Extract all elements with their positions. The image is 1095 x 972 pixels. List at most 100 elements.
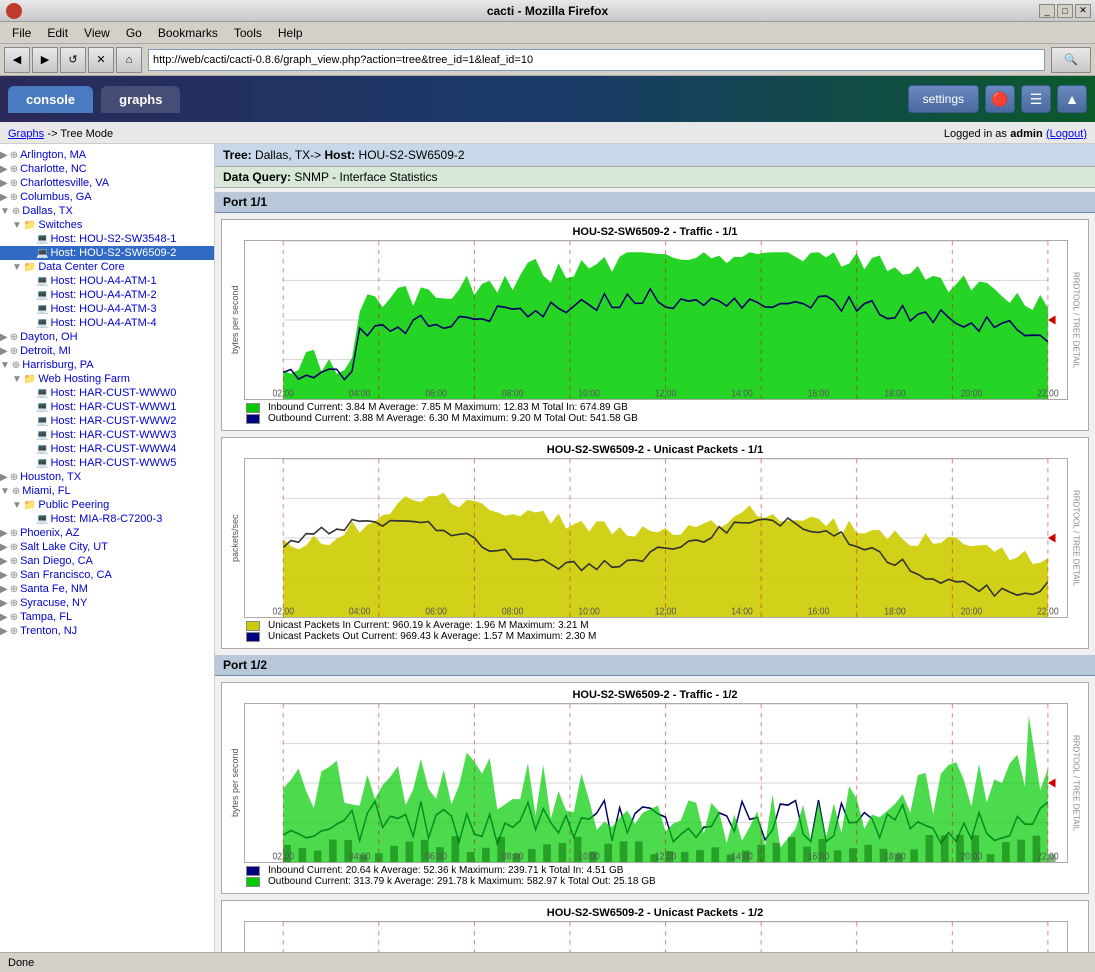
sidebar-item-dallas[interactable]: ▼⊕Dallas, TX [0, 204, 214, 218]
legend-traffic12: Inbound Current: 20.64 k Average: 52.36 … [226, 863, 1084, 889]
legend-color [246, 877, 260, 887]
y-axis-label-traffic11: bytes per second [226, 240, 244, 400]
sidebar-item-harrisburg[interactable]: ▼⊕Harrisburg, PA [0, 358, 214, 372]
logout-link[interactable]: (Logout) [1046, 128, 1087, 140]
url-bar[interactable] [148, 49, 1045, 71]
graph-title-unicast11: HOU-S2-SW6509-2 - Unicast Packets - 1/1 [226, 442, 1084, 458]
sidebar-item-host-www5[interactable]: 💻Host: HAR-CUST-WWW5 [0, 456, 214, 470]
menu-go[interactable]: Go [118, 24, 150, 42]
sidebar-item-host-www3[interactable]: 💻Host: HAR-CUST-WWW3 [0, 428, 214, 442]
mountain-icon-btn[interactable]: ▲ [1057, 85, 1087, 113]
y-axis-label-unicast12: packets/sec [226, 921, 244, 952]
sidebar-item-host-atm2[interactable]: 💻Host: HOU-A4-ATM-2 [0, 288, 214, 302]
forward-button[interactable]: ▶ [32, 47, 58, 73]
svg-text:02:00: 02:00 [272, 605, 294, 617]
sidebar-item-arlington[interactable]: ▶⊕Arlington, MA [0, 148, 214, 162]
menu-help[interactable]: Help [270, 24, 311, 42]
menu-edit[interactable]: Edit [39, 24, 76, 42]
sidebar-item-detroit[interactable]: ▶⊕Detroit, MI [0, 344, 214, 358]
sidebar-item-host-c7200[interactable]: 💻Host: MIA-R8-C7200-3 [0, 512, 214, 526]
legend-row: Inbound Current: 20.64 k Average: 52.36 … [246, 865, 1064, 876]
url-input[interactable] [149, 54, 1044, 66]
close-button[interactable]: ✕ [1075, 4, 1091, 18]
sidebar-item-trenton[interactable]: ▶⊕Trenton, NJ [0, 624, 214, 638]
reload-button[interactable]: ↺ [60, 47, 86, 73]
menu-tools[interactable]: Tools [226, 24, 270, 42]
sidebar-item-publicpeering[interactable]: ▼📁Public Peering [0, 498, 214, 512]
sidebar-item-host-sw6509[interactable]: 💻Host: HOU-S2-SW6509-2 [0, 246, 214, 260]
svg-text:12:00: 12:00 [655, 605, 677, 617]
legend-row: Outbound Current: 3.88 M Average: 6.30 M… [246, 413, 1064, 424]
side-label-traffic11: RRDTOOL / TREE DETAIL [1068, 240, 1084, 400]
sidebar-item-host-atm3[interactable]: 💻Host: HOU-A4-ATM-3 [0, 302, 214, 316]
sidebar-item-charlotte[interactable]: ▶⊕Charlotte, NC [0, 162, 214, 176]
menu-file[interactable]: File [4, 24, 39, 42]
tree-header: Tree: Dallas, TX-> Host: HOU-S2-SW6509-2 [215, 144, 1095, 167]
app-header: console graphs settings 🔴 ☰ ▲ [0, 76, 1095, 122]
graph-container-unicast12: HOU-S2-SW6509-2 - Unicast Packets - 1/2p… [221, 900, 1089, 952]
graph-container-traffic11: HOU-S2-SW6509-2 - Traffic - 1/1bytes per… [221, 219, 1089, 431]
graph-title-traffic12: HOU-S2-SW6509-2 - Traffic - 1/2 [226, 687, 1084, 703]
home-button[interactable]: ⌂ [116, 47, 142, 73]
graphs-link[interactable]: Graphs [8, 128, 44, 140]
section-header-port11: Port 1/1 [215, 192, 1095, 213]
list-icon-btn[interactable]: ☰ [1021, 85, 1051, 113]
sidebar-item-host-atm1[interactable]: 💻Host: HOU-A4-ATM-1 [0, 274, 214, 288]
sidebar-item-host-www4[interactable]: 💻Host: HAR-CUST-WWW4 [0, 442, 214, 456]
back-button[interactable]: ◀ [4, 47, 30, 73]
svg-text:04:00: 04:00 [349, 387, 371, 399]
legend-color [246, 414, 260, 424]
sidebar-item-phoenix[interactable]: ▶⊕Phoenix, AZ [0, 526, 214, 540]
sidebar-item-host-www1[interactable]: 💻Host: HAR-CUST-WWW1 [0, 400, 214, 414]
menu-view[interactable]: View [76, 24, 118, 42]
settings-button[interactable]: settings [908, 85, 979, 113]
maximize-button[interactable]: □ [1057, 4, 1073, 18]
console-tab[interactable]: console [8, 86, 93, 113]
legend-color [246, 632, 260, 642]
sidebar: ▶⊕Arlington, MA▶⊕Charlotte, NC▶⊕Charlott… [0, 144, 215, 952]
sidebar-item-host-www0[interactable]: 💻Host: HAR-CUST-WWW0 [0, 386, 214, 400]
sidebar-item-datacenter[interactable]: ▼📁Data Center Core [0, 260, 214, 274]
svg-text:08:00: 08:00 [502, 387, 524, 399]
sidebar-item-syracuse[interactable]: ▶⊕Syracuse, NY [0, 596, 214, 610]
firefox-icon [6, 3, 22, 19]
sidebar-item-charlottesville[interactable]: ▶⊕Charlottesville, VA [0, 176, 214, 190]
sidebar-item-sandiego[interactable]: ▶⊕San Diego, CA [0, 554, 214, 568]
sidebar-item-sanfrancisco[interactable]: ▶⊕San Francisco, CA [0, 568, 214, 582]
sidebar-item-saltlake[interactable]: ▶⊕Salt Lake City, UT [0, 540, 214, 554]
svg-text:22:00: 22:00 [1037, 850, 1059, 862]
svg-text:22:00: 22:00 [1037, 387, 1059, 399]
sidebar-item-miami[interactable]: ▼⊕Miami, FL [0, 484, 214, 498]
menu-bookmarks[interactable]: Bookmarks [150, 24, 226, 42]
sidebar-item-columbus[interactable]: ▶⊕Columbus, GA [0, 190, 214, 204]
alert-icon-btn[interactable]: 🔴 [985, 85, 1015, 113]
sidebar-item-host-sw3548[interactable]: 💻Host: HOU-S2-SW3548-1 [0, 232, 214, 246]
legend-color [246, 866, 260, 876]
window-controls[interactable]: _ □ ✕ [1039, 4, 1091, 18]
legend-traffic11: Inbound Current: 3.84 M Average: 7.85 M … [226, 400, 1084, 426]
legend-text: Outbound Current: 3.88 M Average: 6.30 M… [268, 413, 638, 424]
search-button[interactable]: 🔍 [1051, 47, 1091, 73]
svg-text:20:00: 20:00 [961, 387, 983, 399]
legend-color [246, 403, 260, 413]
graphs-tab[interactable]: graphs [101, 86, 180, 113]
sidebar-item-dayton[interactable]: ▶⊕Dayton, OH [0, 330, 214, 344]
data-query-value: SNMP - Interface Statistics [294, 170, 437, 184]
sidebar-item-houston[interactable]: ▶⊕Houston, TX [0, 470, 214, 484]
svg-text:04:00: 04:00 [349, 850, 371, 862]
side-label-unicast12: RRDTOOL / TREE DETAIL [1068, 921, 1084, 952]
graph-container-traffic12: HOU-S2-SW6509-2 - Traffic - 1/2bytes per… [221, 682, 1089, 894]
sidebar-item-host-atm4[interactable]: 💻Host: HOU-A4-ATM-4 [0, 316, 214, 330]
minimize-button[interactable]: _ [1039, 4, 1055, 18]
sidebar-item-tampa[interactable]: ▶⊕Tampa, FL [0, 610, 214, 624]
sidebar-item-switches[interactable]: ▼📁Switches [0, 218, 214, 232]
stop-button[interactable]: ✕ [88, 47, 114, 73]
svg-text:08:00: 08:00 [502, 605, 524, 617]
svg-text:06:00: 06:00 [425, 387, 447, 399]
ports-container: Port 1/1 HOU-S2-SW6509-2 - Traffic - 1/1b… [215, 192, 1095, 952]
side-label-unicast11: RRDTOOL / TREE DETAIL [1068, 458, 1084, 618]
sidebar-item-host-www2[interactable]: 💻Host: HAR-CUST-WWW2 [0, 414, 214, 428]
sidebar-item-santafe[interactable]: ▶⊕Santa Fe, NM [0, 582, 214, 596]
sidebar-item-webhosting[interactable]: ▼📁Web Hosting Farm [0, 372, 214, 386]
legend-row: Inbound Current: 3.84 M Average: 7.85 M … [246, 402, 1064, 413]
